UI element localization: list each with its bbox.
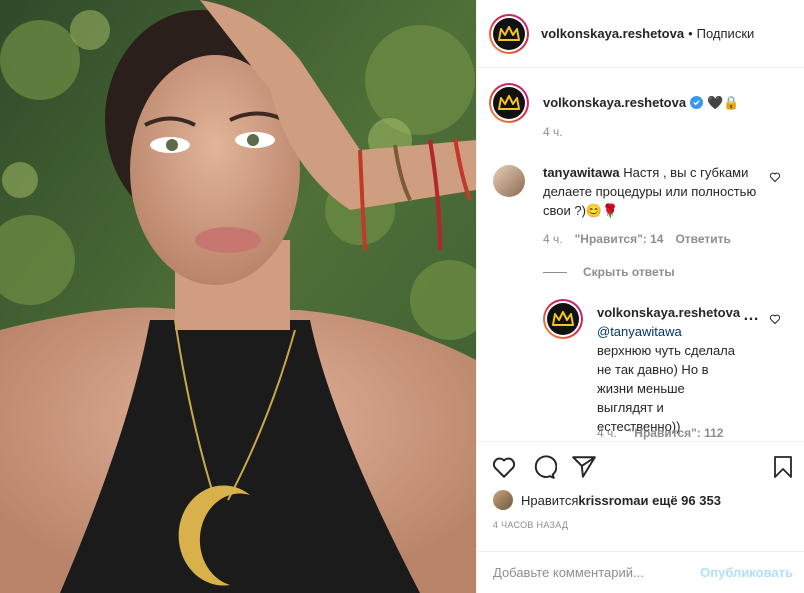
comment-composer: Опубликовать <box>477 551 804 593</box>
comment-like-heart-icon[interactable] <box>769 171 781 186</box>
reply-username[interactable]: volkonskaya.reshetova <box>597 305 740 320</box>
divider-line <box>543 271 567 273</box>
author-avatar[interactable] <box>489 13 529 54</box>
comments-list[interactable]: volkonskaya.reshetova 🖤🔒 4 ч. tanyawitaw… <box>477 69 804 441</box>
comment-time: 4 ч. <box>543 232 563 246</box>
header-dot: • <box>688 26 693 41</box>
reply-mention[interactable]: @tanyawitawa <box>597 324 682 339</box>
share-icon[interactable] <box>571 454 599 482</box>
publish-button[interactable]: Опубликовать <box>700 565 793 580</box>
likes-count[interactable]: и ещё 96 353 <box>641 493 721 508</box>
caption-avatar[interactable] <box>489 83 529 123</box>
caption-time: 4 ч. <box>543 125 563 139</box>
crown-logo <box>493 87 525 119</box>
post-header: volkonskaya.reshetova • Подписки <box>477 0 804 68</box>
follow-button[interactable]: Подписки <box>697 26 755 41</box>
likes-summary: Нравится krissroma и ещё 96 353 <box>493 490 721 510</box>
crown-logo <box>547 303 579 335</box>
reply-button[interactable]: Ответить <box>675 232 730 246</box>
comment-username[interactable]: tanyawitawa <box>543 165 620 180</box>
action-bar: Нравится krissroma и ещё 96 353 4 часов … <box>477 441 804 551</box>
comment-meta: 4 ч. "Нравится": 14 Ответить <box>543 232 731 246</box>
reply-likes[interactable]: "Нравится": 112 <box>629 426 724 440</box>
comment-text: tanyawitawa Настя , вы с губками делаете… <box>543 163 758 220</box>
caption-username[interactable]: volkonskaya.reshetova <box>543 93 686 112</box>
reply-meta: 4 ч. "Нравится": 112 <box>597 426 723 440</box>
bookmark-icon[interactable] <box>771 454 799 482</box>
caption-line: volkonskaya.reshetova 🖤🔒 <box>543 93 739 112</box>
header-username[interactable]: volkonskaya.reshetova <box>541 26 684 41</box>
crown-logo <box>493 17 525 50</box>
comment-icon[interactable] <box>531 454 559 482</box>
heart-icon[interactable] <box>491 454 519 482</box>
liker-avatar[interactable] <box>493 490 513 510</box>
comment-likes[interactable]: "Нравится": 14 <box>575 232 664 246</box>
liker-username[interactable]: krissroma <box>578 493 640 508</box>
likes-prefix: Нравится <box>521 492 579 508</box>
reply-avatar[interactable] <box>543 299 583 339</box>
commenter-avatar[interactable] <box>493 165 525 197</box>
post-side-panel: volkonskaya.reshetova • Подписки volkons… <box>476 0 804 593</box>
verified-icon <box>690 96 704 109</box>
reply-like-heart-icon[interactable] <box>769 313 781 328</box>
comment-input[interactable] <box>493 565 701 580</box>
post-photo[interactable] <box>0 0 476 593</box>
post-time-ago[interactable]: 4 часов назад <box>493 520 568 530</box>
more-icon[interactable]: … <box>743 307 760 325</box>
reply-text: volkonskaya.reshetova @tanyawitawa верхн… <box>597 303 740 436</box>
hide-replies-toggle[interactable]: Скрыть ответы <box>543 265 675 279</box>
reply-body: верхнюю чуть сделала не так давно) Но в … <box>597 343 735 434</box>
hide-replies-label[interactable]: Скрыть ответы <box>583 265 675 279</box>
caption-emoji: 🖤🔒 <box>707 95 740 110</box>
reply-time: 4 ч. <box>597 426 617 440</box>
